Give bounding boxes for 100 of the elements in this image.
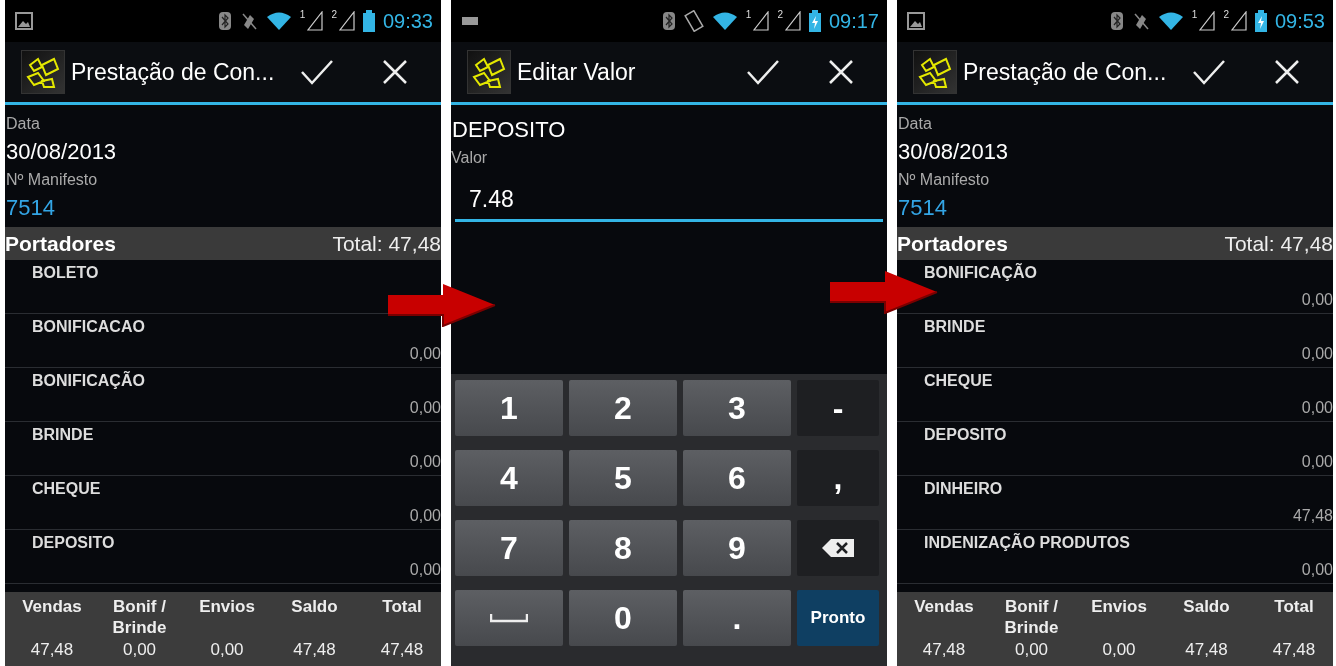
signal-icon	[307, 11, 324, 31]
field-label: Nº Manifesto	[898, 171, 991, 189]
signal-icon	[1199, 11, 1216, 31]
close-icon	[382, 59, 408, 85]
mute-icon	[1131, 11, 1150, 31]
item-name: BRINDE	[924, 318, 986, 336]
keypad-key[interactable]: .	[683, 590, 791, 646]
item-name: BONIFICAÇÃO	[924, 264, 1037, 282]
item-name: CHEQUE	[32, 480, 101, 498]
keypad-key[interactable]: -	[797, 380, 879, 436]
summary-value: 47,48	[293, 640, 336, 660]
item-name: DINHEIRO	[924, 480, 1003, 498]
done-button[interactable]: Pronto	[797, 590, 879, 646]
section-title: Portadores	[897, 231, 1008, 256]
list-item[interactable]: BRINDE 0,00	[5, 422, 441, 476]
list-item[interactable]: DEPOSITO 0,00	[5, 530, 441, 584]
item-name: INDENIZAÇÃO PRODUTOS	[924, 534, 1130, 552]
item-name: DEPOSITO	[32, 534, 115, 552]
keypad-key[interactable]: 3	[683, 380, 791, 436]
summary-value: 0,00	[1014, 640, 1049, 660]
summary-value: 47,48	[922, 640, 966, 660]
keypad-key[interactable]: 9	[683, 520, 791, 576]
clock-time: 09:33	[382, 9, 433, 33]
field-label: Data	[6, 115, 41, 133]
keypad-key[interactable]: 4	[455, 450, 563, 506]
field-link[interactable]: 7514	[898, 195, 1333, 221]
item-value: 0,00	[409, 561, 441, 579]
item-value: 0,00	[409, 345, 441, 363]
backspace-icon	[821, 538, 855, 558]
app-logo-icon	[913, 50, 957, 94]
keypad-key[interactable]: 6	[683, 450, 791, 506]
sim-label: 1	[745, 9, 752, 20]
field-label: Valor	[451, 149, 489, 167]
close-icon	[1274, 59, 1300, 85]
item-name: CHEQUE	[924, 372, 993, 390]
section-title: Portadores	[5, 231, 116, 256]
summary-value: 0,00	[210, 640, 244, 660]
sim-label: 2	[1223, 9, 1229, 20]
value-input-field[interactable]: 7.48	[455, 179, 883, 222]
summary-value: 0,00	[1102, 640, 1136, 660]
summary-label: Saldo	[290, 596, 339, 618]
keypad-key[interactable]: ,	[797, 450, 879, 506]
keypad-key[interactable]: 1	[455, 380, 563, 436]
summary-value: 47,48	[1272, 640, 1316, 660]
list-item[interactable]: INDENIZAÇÃO PRODUTOS 0,00	[897, 530, 1333, 584]
keypad-key[interactable]: 8	[569, 520, 677, 576]
mute-icon	[239, 11, 258, 31]
screen-title: Prestação de Con...	[963, 58, 1167, 86]
summary-value: 47,48	[30, 640, 74, 660]
item-value: 0,00	[1301, 345, 1333, 363]
item-name: BOLETO	[32, 264, 99, 282]
keypad-key[interactable]: 2	[569, 380, 677, 436]
wifi-icon	[1157, 11, 1184, 31]
summary-label: Vendas	[913, 596, 975, 618]
summary-label: Vendas	[21, 596, 83, 618]
field-value: 30/08/2013	[898, 139, 1010, 165]
backspace-key[interactable]	[797, 520, 879, 576]
sim-label: 1	[299, 9, 306, 20]
section-total: Total: 47,48	[332, 231, 441, 256]
bluetooth-icon	[217, 11, 232, 31]
signal-icon	[1230, 11, 1247, 31]
summary-value: 47,48	[1185, 640, 1228, 660]
check-icon	[300, 58, 334, 86]
sim-label: 1	[1191, 9, 1198, 20]
summary-label: Saldo	[1182, 596, 1231, 618]
item-value: 0,00	[409, 507, 441, 525]
close-icon	[828, 59, 854, 85]
sim-label: 2	[331, 9, 337, 20]
bluetooth-icon	[1109, 11, 1124, 31]
summary-value: 0,00	[122, 640, 157, 660]
app-logo-icon	[21, 50, 65, 94]
keypad-key[interactable]: 7	[455, 520, 563, 576]
summary-value: 47,48	[380, 640, 424, 660]
summary-label: Bonif / Brinde	[1003, 596, 1060, 638]
list-item[interactable]: DINHEIRO 47,48	[897, 476, 1333, 530]
item-value: 0,00	[1301, 291, 1333, 309]
check-icon	[746, 58, 780, 86]
bluetooth-icon	[661, 11, 676, 31]
summary-label: Envios	[1090, 596, 1148, 618]
screen-title: Prestação de Con...	[71, 58, 275, 86]
item-heading: DEPOSITO	[452, 117, 567, 143]
clock-time: 09:53	[1274, 9, 1325, 33]
wifi-icon	[711, 11, 738, 31]
check-icon	[1192, 58, 1226, 86]
keyboard-icon	[461, 16, 479, 26]
keypad-key[interactable]: 5	[569, 450, 677, 506]
item-value: 0,00	[1301, 453, 1333, 471]
app-logo-icon	[467, 50, 511, 94]
rotate-icon	[683, 10, 704, 32]
list-item[interactable]: BONIFICAÇÃO 0,00	[5, 368, 441, 422]
item-name: BONIFICAÇÃO	[32, 372, 145, 390]
item-name: DEPOSITO	[924, 426, 1007, 444]
keypad-key[interactable]: 0	[569, 590, 677, 646]
list-item[interactable]: BRINDE 0,00	[897, 314, 1333, 368]
list-item[interactable]: CHEQUE 0,00	[897, 368, 1333, 422]
signal-icon	[753, 11, 770, 31]
field-link[interactable]: 7514	[6, 195, 441, 221]
list-item[interactable]: CHEQUE 0,00	[5, 476, 441, 530]
screen-title: Editar Valor	[517, 58, 637, 86]
list-item[interactable]: DEPOSITO 0,00	[897, 422, 1333, 476]
